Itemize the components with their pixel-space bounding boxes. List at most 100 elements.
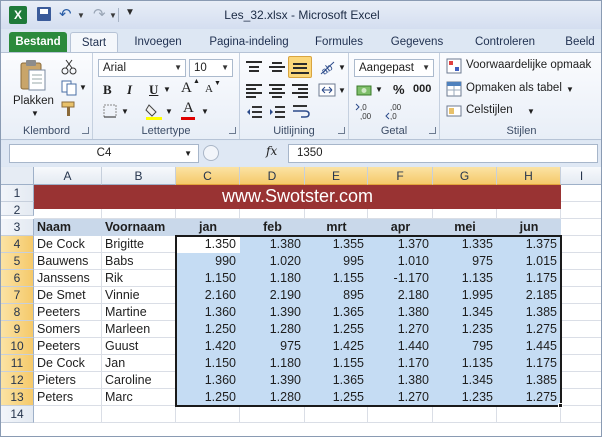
table-cell[interactable]: 1.150 <box>176 355 240 372</box>
table-cell[interactable]: Peeters <box>34 304 102 321</box>
table-cell[interactable]: 1.020 <box>240 253 305 270</box>
row-header-8[interactable]: 8 <box>1 304 34 321</box>
table-cell[interactable]: Jan <box>102 355 176 372</box>
header-cell-apr[interactable]: apr <box>368 219 433 236</box>
row-header-6[interactable]: 6 <box>1 270 34 287</box>
grid-cell[interactable] <box>561 287 601 304</box>
table-cell[interactable]: 795 <box>433 338 497 355</box>
grid-cell[interactable] <box>176 406 240 423</box>
alignment-launcher-icon[interactable] <box>338 127 345 134</box>
worksheet-grid[interactable]: A B C D E F G H I 1 2 3 4 5 6 7 8 9 10 11 12 13 14 www.Swotster… <box>1 167 601 436</box>
select-all-corner[interactable] <box>1 167 34 185</box>
tab-start[interactable]: Start <box>70 32 118 52</box>
underline-dropdown-icon[interactable]: ▼ <box>163 85 171 94</box>
decrease-decimal-icon[interactable]: ,00 ,0 <box>385 102 407 122</box>
font-launcher-icon[interactable] <box>229 127 236 134</box>
fill-handle[interactable] <box>558 403 563 408</box>
table-cell[interactable]: Martine <box>102 304 176 321</box>
table-cell[interactable]: 1.335 <box>433 236 497 253</box>
table-cell[interactable]: 1.420 <box>176 338 240 355</box>
copy-dropdown-icon[interactable]: ▼ <box>79 83 87 92</box>
grid-cell[interactable] <box>561 406 601 423</box>
table-cell[interactable]: Pieters <box>34 372 102 389</box>
table-cell[interactable]: Marc <box>102 389 176 406</box>
table-cell[interactable]: 1.345 <box>433 372 497 389</box>
header-cell-naam[interactable]: Naam <box>34 219 102 236</box>
row-header-5[interactable]: 5 <box>1 253 34 270</box>
table-cell[interactable]: 1.275 <box>497 321 561 338</box>
row-header-14[interactable]: 14 <box>1 406 34 423</box>
format-as-table-dropdown-icon[interactable]: ▼ <box>566 85 574 94</box>
table-cell[interactable]: Peters <box>34 389 102 406</box>
tab-controleren[interactable]: Controleren <box>463 32 547 52</box>
table-cell[interactable]: 2.160 <box>176 287 240 304</box>
font-color-dropdown-icon[interactable]: ▼ <box>201 107 209 116</box>
table-cell[interactable]: 1.380 <box>368 372 433 389</box>
table-cell[interactable]: -1.170 <box>368 270 433 287</box>
grid-cell[interactable] <box>561 355 601 372</box>
conditional-formatting-icon[interactable] <box>446 58 462 74</box>
fill-color-dropdown-icon[interactable]: ▼ <box>165 107 173 116</box>
table-cell[interactable]: 1.355 <box>305 236 368 253</box>
row-header-1[interactable]: 1 <box>1 185 34 202</box>
table-cell[interactable]: 1.135 <box>433 270 497 287</box>
table-cell[interactable]: 990 <box>176 253 240 270</box>
table-cell[interactable]: Bauwens <box>34 253 102 270</box>
shrink-font-button[interactable]: A <box>205 83 213 95</box>
borders-icon[interactable] <box>103 104 117 118</box>
grid-cell[interactable] <box>561 185 601 202</box>
table-cell[interactable]: 975 <box>433 253 497 270</box>
grid-cell[interactable] <box>305 406 368 423</box>
row-header-7[interactable]: 7 <box>1 287 34 304</box>
table-cell[interactable]: 1.390 <box>240 304 305 321</box>
clipboard-launcher-icon[interactable] <box>82 127 89 134</box>
column-header-c[interactable]: C <box>176 167 240 185</box>
table-cell[interactable]: 1.150 <box>176 270 240 287</box>
table-cell[interactable]: 1.250 <box>176 321 240 338</box>
table-cell[interactable]: Rik <box>102 270 176 287</box>
table-cell[interactable]: 1.365 <box>305 372 368 389</box>
bold-button[interactable]: B <box>103 82 112 98</box>
column-header-d[interactable]: D <box>240 167 305 185</box>
grid-cell[interactable] <box>368 406 433 423</box>
comma-style-button[interactable]: 000 <box>413 83 431 95</box>
row-header-9[interactable]: 9 <box>1 321 34 338</box>
currency-dropdown-icon[interactable]: ▼ <box>375 85 383 94</box>
name-box[interactable]: C4 ▼ <box>9 144 199 163</box>
grid-cell[interactable] <box>561 304 601 321</box>
table-cell[interactable]: 1.380 <box>368 304 433 321</box>
table-cell[interactable]: Brigitte <box>102 236 176 253</box>
wrap-text-icon[interactable] <box>292 104 312 120</box>
fill-color-icon[interactable] <box>145 102 163 120</box>
grid-cell[interactable] <box>561 202 601 219</box>
format-as-table-button[interactable]: Opmaken als tabel <box>466 82 562 94</box>
table-cell[interactable]: Janssens <box>34 270 102 287</box>
header-cell-feb[interactable]: feb <box>240 219 305 236</box>
table-cell[interactable]: Peeters <box>34 338 102 355</box>
grid-cell[interactable] <box>497 406 561 423</box>
row-header-4[interactable]: 4 <box>1 236 34 253</box>
table-cell[interactable]: 1.275 <box>497 389 561 406</box>
grid-cell[interactable] <box>34 406 102 423</box>
grid-cell[interactable] <box>561 219 601 236</box>
table-cell[interactable]: 1.360 <box>176 372 240 389</box>
table-cell[interactable]: 2.190 <box>240 287 305 304</box>
table-cell[interactable]: 1.390 <box>240 372 305 389</box>
table-cell[interactable]: 1.175 <box>497 355 561 372</box>
grid-cell[interactable] <box>561 321 601 338</box>
grid-cell[interactable] <box>561 338 601 355</box>
grid-cell[interactable] <box>561 253 601 270</box>
table-cell[interactable]: 1.385 <box>497 304 561 321</box>
align-right-icon[interactable] <box>292 83 308 98</box>
header-cell-jan[interactable]: jan <box>176 219 240 236</box>
table-cell[interactable]: 1.425 <box>305 338 368 355</box>
align-middle-icon[interactable] <box>269 60 285 74</box>
grid-cell[interactable] <box>561 372 601 389</box>
column-header-a[interactable]: A <box>34 167 102 185</box>
header-cell-voornaam[interactable]: Voornaam <box>102 219 176 236</box>
number-launcher-icon[interactable] <box>429 127 436 134</box>
formula-bar-resize-icon[interactable] <box>203 145 219 161</box>
table-cell[interactable]: 1.270 <box>368 321 433 338</box>
row-header-12[interactable]: 12 <box>1 372 34 389</box>
column-header-f[interactable]: F <box>368 167 433 185</box>
